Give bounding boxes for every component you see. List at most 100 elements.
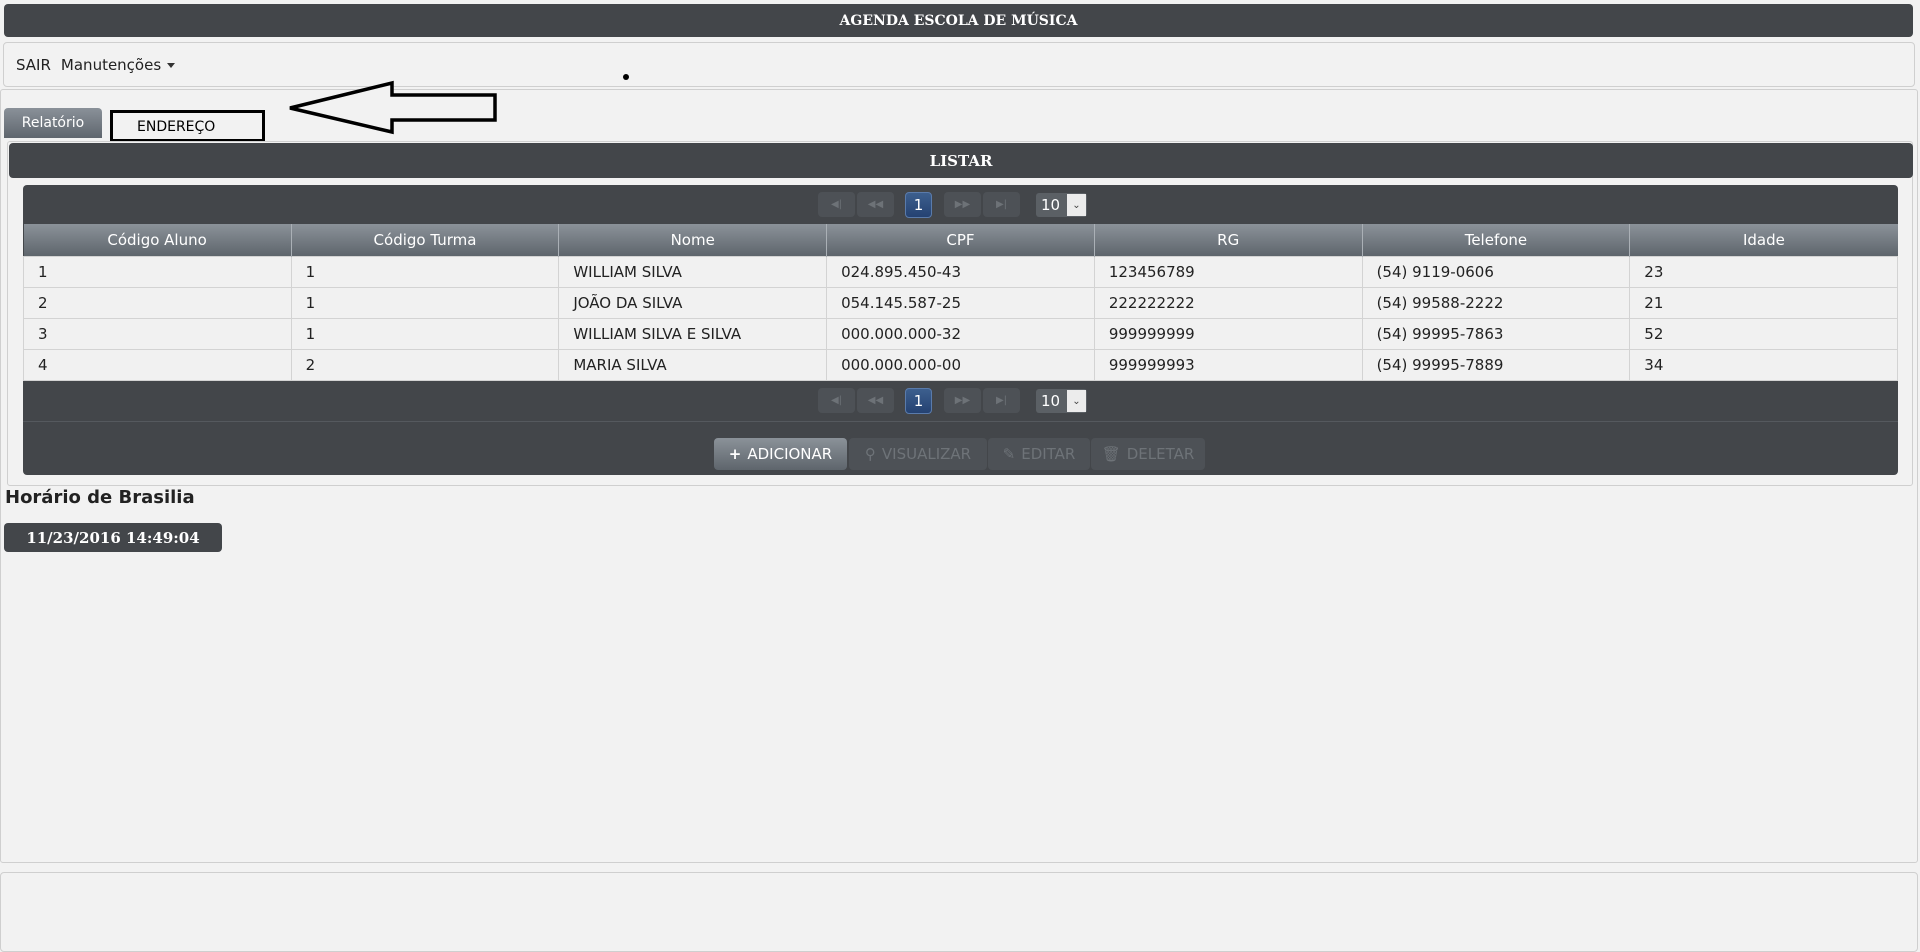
table-row[interactable]: 4 2 MARIA SILVA 000.000.000-00 999999993 (54)… <box>23 348 1898 381</box>
clock-label: Horário de Brasilia <box>5 487 195 508</box>
search-icon: ⚲ <box>864 445 876 463</box>
next-page-icon: ▶▶ <box>954 199 971 210</box>
listar-title: LISTAR <box>929 151 993 170</box>
page-1-button[interactable]: 1 <box>905 388 932 414</box>
table-cell: (54) 9119-0606 <box>1361 255 1631 288</box>
trash-icon: 🗑 <box>1101 445 1121 463</box>
column-header[interactable]: Telefone <box>1362 224 1631 256</box>
tab-relatorio-label: Relatório <box>21 115 85 131</box>
column-header[interactable]: Idade <box>1629 224 1898 256</box>
table-row[interactable]: 2 1 JOÃO DA SILVA 054.145.587-25 222222222 (5… <box>23 286 1898 319</box>
table-cell: 3 <box>23 317 292 350</box>
prev-page-button[interactable]: ◀◀ <box>857 388 894 413</box>
table-cell: WILLIAM SILVA E SILVA <box>558 317 828 350</box>
view-button[interactable]: ⚲ VISUALIZAR <box>849 438 987 470</box>
table-cell: 1 <box>290 255 560 288</box>
prev-page-icon: ◀◀ <box>867 395 884 406</box>
data-table: ◀| ◀◀ 1 ▶▶ ▶| 10 ⌄ Código Aluno Código Tu… <box>23 185 1898 475</box>
column-header[interactable]: RG <box>1094 224 1363 256</box>
tab-relatorio[interactable]: Relatório <box>4 108 102 138</box>
table-cell: 054.145.587-25 <box>826 286 1095 319</box>
rows-per-page-value: 10 <box>1041 196 1061 214</box>
annotation-box-endereco: ENDEREÇO <box>110 110 265 142</box>
add-button[interactable]: + ADICIONAR <box>714 438 847 470</box>
first-page-button[interactable]: ◀| <box>818 388 855 413</box>
menu-sair[interactable]: SAIR <box>16 56 51 74</box>
table-cell: 2 <box>290 348 560 381</box>
table-cell: MARIA SILVA <box>558 348 828 381</box>
table-cell: 52 <box>1629 317 1898 350</box>
edit-button[interactable]: ✎ EDITAR <box>988 438 1090 470</box>
prev-page-button[interactable]: ◀◀ <box>857 192 894 217</box>
chevron-down-icon: ⌄ <box>1067 390 1086 412</box>
table-row[interactable]: 3 1 WILLIAM SILVA E SILVA 000.000.000-32 999… <box>23 317 1898 350</box>
table-cell: 999999999 <box>1093 317 1363 350</box>
table-cell: WILLIAM SILVA <box>558 255 828 288</box>
menu-manutencoes[interactable]: Manutenções <box>60 55 176 74</box>
page-1-button[interactable]: 1 <box>905 192 932 218</box>
annotation-box-label: ENDEREÇO <box>137 119 216 135</box>
stray-dot <box>623 74 629 80</box>
menu-manutencoes-label: Manutenções <box>60 55 162 74</box>
last-page-button[interactable]: ▶| <box>983 388 1020 413</box>
action-bar: + ADICIONAR ⚲ VISUALIZAR ✎ EDITAR 🗑 DELETAR <box>23 421 1898 475</box>
table-row[interactable]: 1 1 WILLIAM SILVA 024.895.450-43 123456789 (5… <box>23 255 1898 288</box>
clock-value: 11/23/2016 14:49:04 <box>26 528 200 547</box>
table-cell: 23 <box>1629 255 1898 288</box>
first-page-icon: ◀| <box>830 199 843 210</box>
table-cell: 34 <box>1629 348 1898 381</box>
last-page-button[interactable]: ▶| <box>983 192 1020 217</box>
delete-button[interactable]: 🗑 DELETAR <box>1091 438 1205 470</box>
table-cell: 1 <box>290 317 560 350</box>
footer-panel <box>0 872 1918 952</box>
last-page-icon: ▶| <box>995 199 1008 210</box>
column-header[interactable]: CPF <box>826 224 1095 256</box>
table-cell: 21 <box>1629 286 1898 319</box>
edit-label: EDITAR <box>1021 445 1076 463</box>
table-cell: 4 <box>23 348 292 381</box>
paginator-bottom: ◀| ◀◀ 1 ▶▶ ▶| 10 ⌄ <box>23 381 1898 419</box>
table-cell: 123456789 <box>1093 255 1363 288</box>
next-page-icon: ▶▶ <box>954 395 971 406</box>
last-page-icon: ▶| <box>995 395 1008 406</box>
rows-per-page-select[interactable]: 10 ⌄ <box>1036 193 1087 217</box>
page-number: 1 <box>913 392 924 410</box>
table-cell: 1 <box>290 286 560 319</box>
table-cell: 024.895.450-43 <box>826 255 1095 288</box>
table-cell: (54) 99588-2222 <box>1361 286 1631 319</box>
page-number: 1 <box>913 196 924 214</box>
column-header[interactable]: Nome <box>558 224 828 256</box>
table-cell: (54) 99995-7889 <box>1361 348 1631 381</box>
table-header-row: Código Aluno Código Turma Nome CPF RG Te… <box>23 224 1898 256</box>
table-cell: 2 <box>23 286 292 319</box>
app-title: AGENDA ESCOLA DE MÚSICA <box>839 12 1078 29</box>
next-page-button[interactable]: ▶▶ <box>944 388 981 413</box>
delete-label: DELETAR <box>1126 445 1195 463</box>
paginator-top: ◀| ◀◀ 1 ▶▶ ▶| 10 ⌄ <box>23 185 1898 223</box>
table-cell: 000.000.000-32 <box>826 317 1095 350</box>
next-page-button[interactable]: ▶▶ <box>944 192 981 217</box>
plus-icon: + <box>728 445 742 463</box>
first-page-button[interactable]: ◀| <box>818 192 855 217</box>
table-cell: 1 <box>23 255 292 288</box>
column-header[interactable]: Código Aluno <box>23 224 292 256</box>
rows-per-page-select[interactable]: 10 ⌄ <box>1036 389 1087 413</box>
table-cell: 999999993 <box>1093 348 1363 381</box>
column-header[interactable]: Código Turma <box>291 224 560 256</box>
table-cell: (54) 99995-7863 <box>1361 317 1631 350</box>
add-label: ADICIONAR <box>747 445 833 463</box>
table-cell: 000.000.000-00 <box>826 348 1095 381</box>
rows-per-page-value: 10 <box>1041 392 1061 410</box>
app-title-bar: AGENDA ESCOLA DE MÚSICA <box>4 4 1913 37</box>
annotation-arrow-icon <box>289 80 497 135</box>
caret-down-icon <box>167 62 176 68</box>
first-page-icon: ◀| <box>830 395 843 406</box>
listar-header: LISTAR <box>9 143 1913 178</box>
table-cell: 222222222 <box>1093 286 1363 319</box>
view-label: VISUALIZAR <box>881 445 972 463</box>
chevron-down-icon: ⌄ <box>1067 194 1086 216</box>
prev-page-icon: ◀◀ <box>867 199 884 210</box>
table-cell: JOÃO DA SILVA <box>558 286 828 319</box>
clock-display: 11/23/2016 14:49:04 <box>4 523 222 552</box>
pencil-icon: ✎ <box>1002 445 1016 463</box>
